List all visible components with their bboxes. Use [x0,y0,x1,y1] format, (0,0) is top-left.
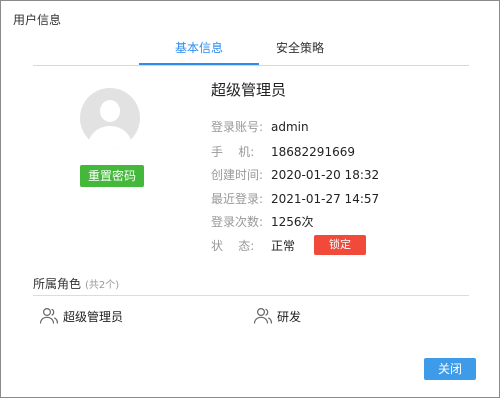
role-label: 研发 [277,310,302,324]
lock-button[interactable]: 锁定 [314,235,366,255]
info-label: 状 态: [211,239,255,253]
role-label: 超级管理员 [63,310,124,324]
tab-security-policy[interactable]: 安全策略 [276,41,346,64]
user-info-dialog: 用户信息 基本信息 安全策略 重置密码 超级管理员 登录账号: admin 手 … [0,0,500,398]
info-label: 登录次数: [211,215,264,229]
info-value: 2020-01-20 18:32 [271,168,380,182]
users-icon [253,307,273,325]
info-label: 手 机: [211,145,255,159]
avatar-head-shape [100,100,120,122]
roles-count: (共2个) [85,280,120,291]
reset-password-button[interactable]: 重置密码 [80,165,144,187]
info-label: 登录账号: [211,120,264,134]
users-icon [39,307,59,325]
user-name: 超级管理员 [211,81,287,99]
avatar-body-shape [88,126,132,148]
divider [33,295,469,296]
avatar [80,88,140,148]
status-value: 正常 [271,239,296,253]
close-button[interactable]: 关闭 [424,358,476,380]
info-value: 18682291669 [271,145,355,159]
info-value: admin [271,120,309,134]
dialog-title: 用户信息 [13,13,62,27]
info-label: 创建时间: [211,168,264,182]
roles-section-header: 所属角色 (共2个) [33,275,119,292]
info-label: 最近登录: [211,192,264,206]
tab-bar: 基本信息 安全策略 [33,41,469,66]
roles-title: 所属角色 [33,277,82,291]
info-value: 1256次 [271,215,314,229]
tab-basic-info[interactable]: 基本信息 [139,41,259,65]
info-value: 2021-01-27 14:57 [271,192,380,206]
